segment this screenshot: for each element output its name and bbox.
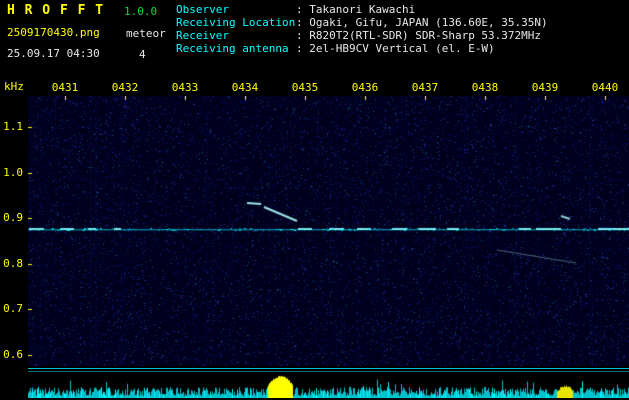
- hrofft-output: H R O F F T 1.0.0 2509170430.png meteor …: [0, 0, 629, 400]
- app-title: H R O F F T: [7, 3, 105, 18]
- y-tick-label: 0.7: [3, 302, 23, 315]
- x-tick-label: 0431: [51, 81, 79, 94]
- x-tick-label: 0438: [471, 81, 499, 94]
- info-separator: :: [296, 29, 310, 42]
- station-info: Observer: Takanori Kawachi Receiving Loc…: [176, 3, 548, 55]
- y-axis-unit-label: kHz: [4, 80, 24, 93]
- info-value: Takanori Kawachi: [309, 3, 416, 16]
- info-row-antenna: Receiving antenna: 2el-HB9CV Vertical (e…: [176, 42, 548, 55]
- spectrogram-canvas: [28, 96, 629, 366]
- info-row-observer: Observer: Takanori Kawachi: [176, 3, 548, 16]
- signal-level-strip-canvas: [28, 374, 629, 398]
- info-label: Receiver: [176, 29, 229, 42]
- observation-datetime: 25.09.17 04:30: [7, 47, 100, 60]
- info-value: Ogaki, Gifu, JAPAN (136.60E, 35.35N): [309, 16, 548, 29]
- x-tick-label: 0437: [411, 81, 439, 94]
- x-tick-label: 0439: [531, 81, 559, 94]
- x-tick-label: 0432: [111, 81, 139, 94]
- x-tick-label: 0435: [291, 81, 319, 94]
- info-row-receiver: Receiver: R820T2(RTL-SDR) SDR-Sharp 53.3…: [176, 29, 548, 42]
- x-tick-label: 0434: [231, 81, 259, 94]
- y-tick-label: 0.8: [3, 257, 23, 270]
- mode-label: meteor: [126, 27, 166, 40]
- info-separator: :: [296, 16, 310, 29]
- info-label: Receiving Location: [176, 16, 296, 29]
- info-label: Receiving antenna: [176, 42, 289, 55]
- info-separator: :: [296, 3, 310, 16]
- y-tick-label: 0.6: [3, 348, 23, 361]
- y-tick-label: 0.9: [3, 211, 23, 224]
- y-tick-label: 1.0: [3, 166, 23, 179]
- separator-line-bottom: [28, 371, 629, 372]
- info-value: R820T2(RTL-SDR) SDR-Sharp 53.372MHz: [309, 29, 542, 42]
- info-value: 2el-HB9CV Vertical (el. E-W): [309, 42, 495, 55]
- x-tick-label: 0436: [351, 81, 379, 94]
- y-tick-label: 1.1: [3, 120, 23, 133]
- separator-line-top: [28, 368, 629, 369]
- x-tick-label: 0433: [171, 81, 199, 94]
- info-row-location: Receiving Location: Ogaki, Gifu, JAPAN (…: [176, 16, 548, 29]
- app-version: 1.0.0: [124, 5, 158, 18]
- x-tick-label: 0440: [591, 81, 619, 94]
- info-separator: :: [296, 42, 310, 55]
- output-filename: 2509170430.png: [7, 26, 100, 39]
- info-label: Observer: [176, 3, 229, 16]
- meteor-count: 4: [139, 48, 146, 61]
